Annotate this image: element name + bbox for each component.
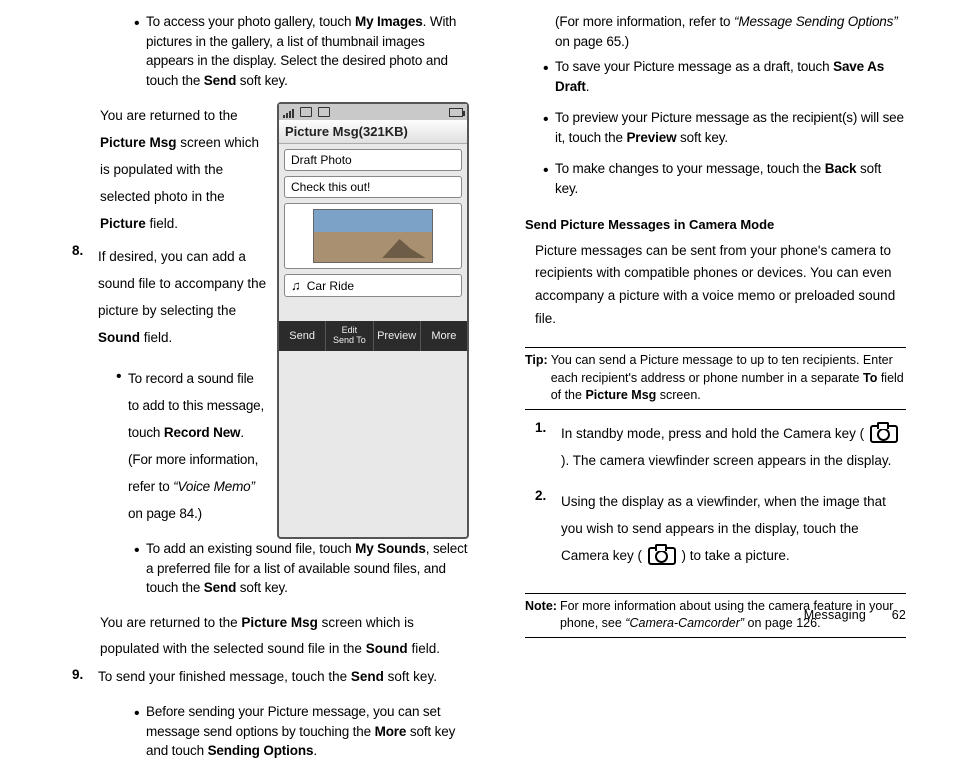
phone-softkeys: Send EditSend To Preview More: [279, 321, 467, 351]
tip-box: Tip: You can send a Picture message to u…: [525, 347, 906, 410]
sound-field[interactable]: ♫ Car Ride: [284, 274, 462, 297]
camera-step-1: 1. In standby mode, press and hold the C…: [535, 420, 906, 480]
softkey-more[interactable]: More: [421, 321, 467, 351]
bullet-before-sending: • Before sending your Picture message, y…: [132, 702, 469, 767]
photo-thumbnail: [313, 209, 433, 263]
bullet-record-new: • To record a sound file to add to this …: [114, 365, 267, 533]
cont-sending-options: (For more information, refer to “Message…: [555, 12, 906, 51]
camera-step-2: 2. Using the display as a viewfinder, wh…: [535, 488, 906, 575]
bullet-back: • To make changes to your message, touch…: [541, 159, 906, 204]
bullet-save-draft: • To save your Picture message as a draf…: [541, 57, 906, 102]
signal-icon: [283, 107, 294, 118]
right-column: (For more information, refer to “Message…: [497, 12, 906, 624]
step-8: 8. If desired, you can add a sound file …: [72, 243, 267, 357]
draft-photo-field[interactable]: Draft Photo: [284, 149, 462, 171]
step-9: 9. To send your finished message, touch …: [72, 667, 469, 694]
status-icon: [318, 107, 330, 117]
bullet-my-images: • To access your photo gallery, touch My…: [132, 12, 469, 96]
phone-title: Picture Msg(321KB): [279, 120, 467, 144]
camera-icon: [870, 425, 898, 443]
bullet-dot: •: [132, 12, 146, 96]
left-column: • To access your photo gallery, touch My…: [88, 12, 497, 624]
tip-label: Tip:: [525, 352, 548, 405]
camera-step-1-number: 1.: [535, 420, 561, 480]
returned-to-picture-msg: You are returned to the Picture Msg scre…: [100, 102, 267, 237]
bullet-my-sounds: • To add an existing sound file, touch M…: [132, 539, 469, 604]
sound-name: Car Ride: [307, 279, 354, 293]
footer-page-number: 62: [892, 608, 906, 622]
note-label: Note:: [525, 598, 557, 633]
step-9-number: 9.: [72, 667, 98, 694]
camera-step-2-number: 2.: [535, 488, 561, 575]
music-note-icon: ♫: [291, 278, 301, 293]
softkey-send[interactable]: Send: [279, 321, 326, 351]
footer-section: Messaging: [804, 608, 866, 622]
battery-icon: [449, 108, 463, 117]
page-footer: Messaging 62: [804, 608, 906, 622]
softkey-edit-sendto[interactable]: EditSend To: [326, 321, 373, 351]
camera-intro-para: Picture messages can be sent from your p…: [535, 240, 906, 332]
phone-statusbar: [279, 104, 467, 120]
text-plus-phone-row: You are returned to the Picture Msg scre…: [88, 102, 469, 539]
text-input-field[interactable]: Check this out!: [284, 176, 462, 198]
step-8-number: 8.: [72, 243, 98, 357]
camera-icon: [648, 547, 676, 565]
softkey-preview[interactable]: Preview: [374, 321, 421, 351]
status-icon: [300, 107, 312, 117]
heading-send-camera: Send Picture Messages in Camera Mode: [525, 217, 906, 232]
phone-mock: Picture Msg(321KB) Draft Photo Check thi…: [277, 102, 469, 539]
bullet-preview: • To preview your Picture message as the…: [541, 108, 906, 153]
picture-preview-field[interactable]: [284, 203, 462, 269]
